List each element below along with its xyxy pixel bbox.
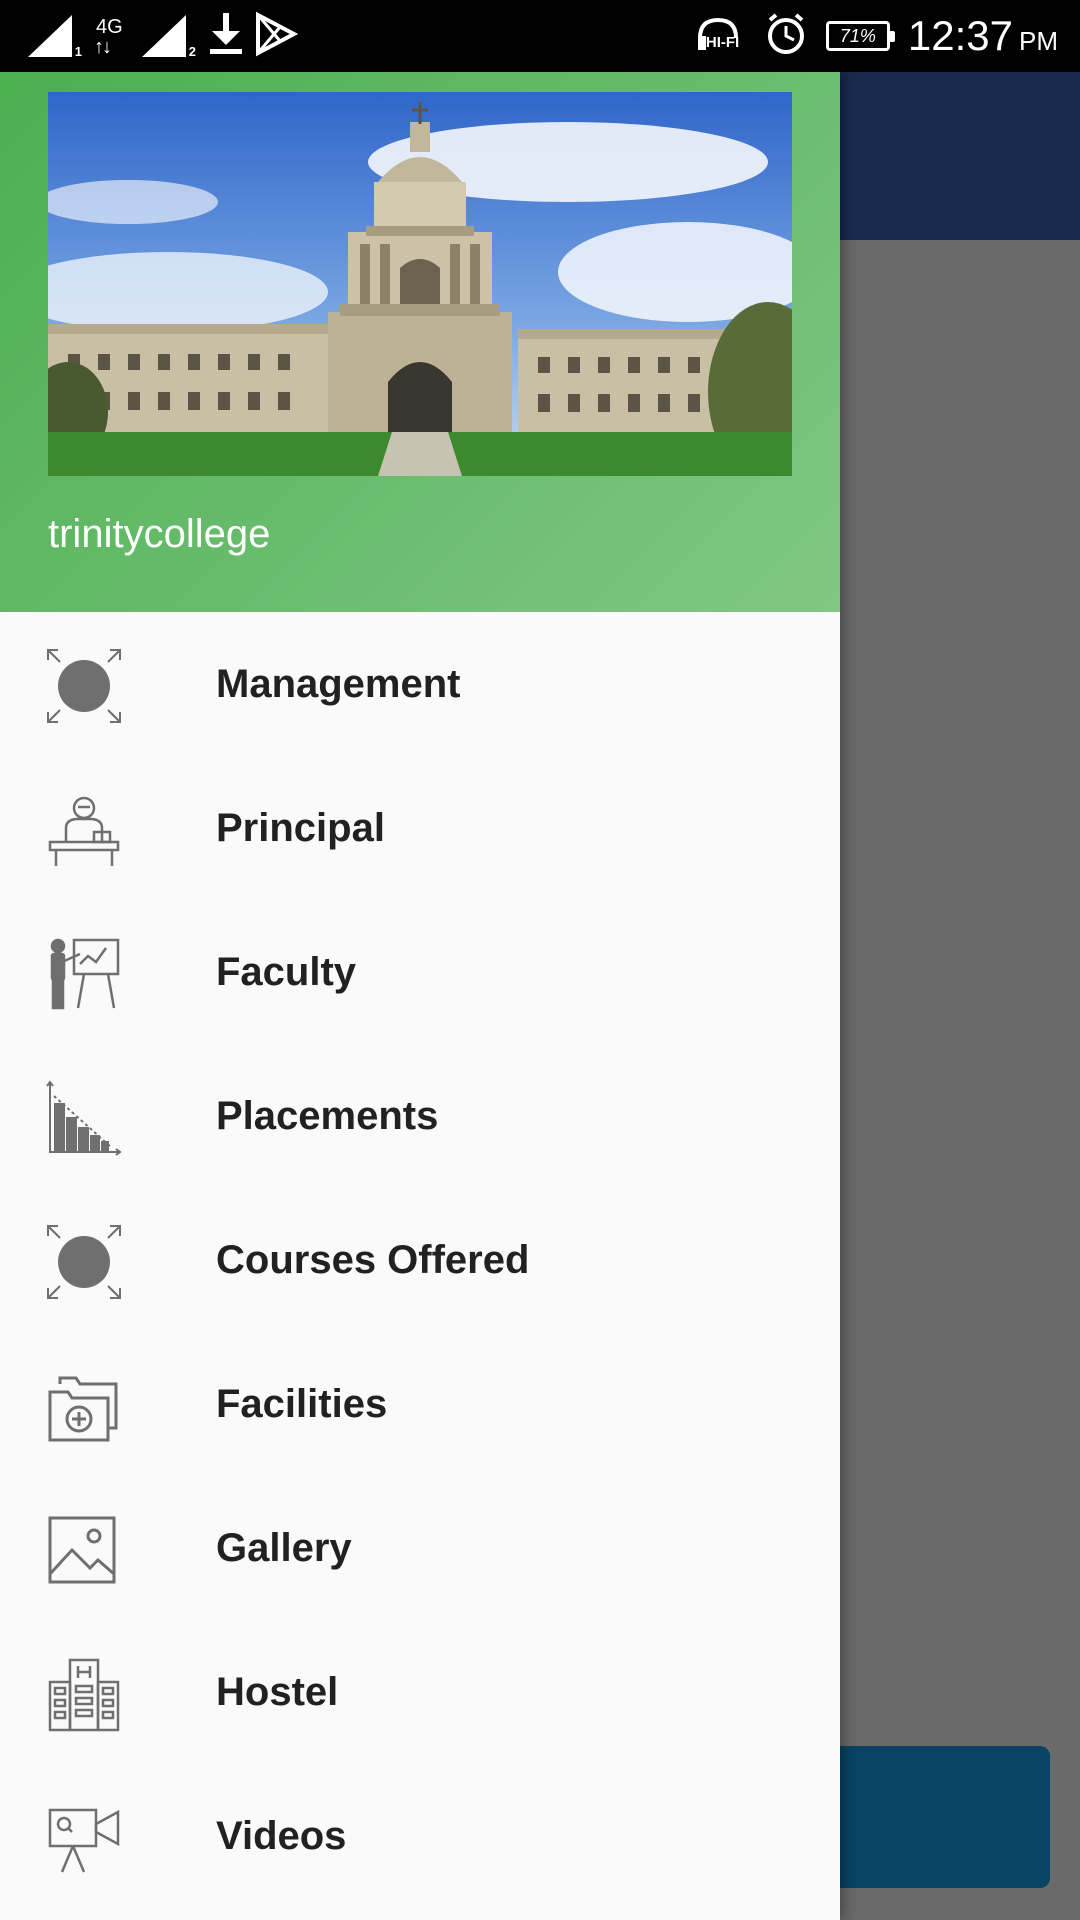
sim1-label: 1 [74, 44, 82, 59]
menu-item-gallery[interactable]: Gallery [0, 1476, 840, 1620]
menu-item-placements[interactable]: Placements [0, 1044, 840, 1188]
folder-add-icon [46, 1368, 122, 1444]
bar-chart-icon [46, 1080, 122, 1156]
clock-time: 12:37 [907, 12, 1013, 59]
building-icon [46, 1656, 122, 1732]
clock: 12:37 PM [908, 12, 1058, 60]
clock-ampm: PM [1019, 26, 1058, 56]
video-camera-icon [46, 1800, 122, 1876]
menu-label-videos: Videos [216, 1814, 347, 1858]
navigation-drawer: trinitycollege Management Principal Facu… [0, 72, 840, 1920]
drawer-menu: Management Principal Faculty Placements … [0, 612, 840, 1908]
placeholder-circle-icon [46, 648, 122, 724]
network-arrows: ↑↓ [94, 36, 112, 58]
menu-label-principal: Principal [216, 806, 385, 850]
network-4g-icon: 4G ↑↓ [92, 12, 132, 60]
menu-item-hostel[interactable]: Hostel [0, 1620, 840, 1764]
menu-label-courses-offered: Courses Offered [216, 1238, 530, 1282]
menu-label-facilities: Facilities [216, 1382, 388, 1426]
alarm-icon [764, 12, 808, 61]
image-icon [46, 1512, 122, 1588]
principal-desk-icon [46, 792, 122, 868]
status-left: 1 4G ↑↓ 2 [26, 10, 299, 62]
menu-label-placements: Placements [216, 1094, 439, 1138]
sim2-label: 2 [188, 44, 196, 59]
college-photo [48, 92, 792, 476]
drawer-header: trinitycollege [0, 72, 840, 612]
background-action-button [820, 1746, 1050, 1888]
signal-sim2-icon: 2 [140, 13, 198, 59]
status-right: HI-FI 71% 12:37 PM [696, 8, 1058, 64]
hifi-headphone-icon: HI-FI [696, 16, 746, 56]
placeholder-circle-icon [46, 1224, 122, 1300]
menu-item-courses-offered[interactable]: Courses Offered [0, 1188, 840, 1332]
college-name: trinitycollege [48, 512, 271, 556]
menu-label-hostel: Hostel [216, 1670, 339, 1714]
hifi-label: HI-FI [705, 34, 740, 51]
menu-item-videos[interactable]: Videos [0, 1764, 840, 1908]
drawer-scrim[interactable] [840, 240, 1080, 1920]
status-bar: 1 4G ↑↓ 2 HI-FI 71% 12:37 PM [0, 0, 1080, 72]
menu-item-faculty[interactable]: Faculty [0, 900, 840, 1044]
battery-level: 71% [839, 25, 876, 46]
menu-item-principal[interactable]: Principal [0, 756, 840, 900]
menu-label-gallery: Gallery [216, 1526, 352, 1570]
menu-item-management[interactable]: Management [0, 612, 840, 756]
menu-item-facilities[interactable]: Facilities [0, 1332, 840, 1476]
menu-label-management: Management [216, 662, 461, 706]
signal-sim1-icon: 1 [26, 13, 84, 59]
play-store-icon [254, 11, 299, 62]
background-app-bar [840, 72, 1080, 240]
download-icon [206, 11, 246, 62]
menu-label-faculty: Faculty [216, 950, 357, 994]
battery-icon: 71% [825, 21, 895, 51]
teacher-board-icon [46, 936, 122, 1012]
